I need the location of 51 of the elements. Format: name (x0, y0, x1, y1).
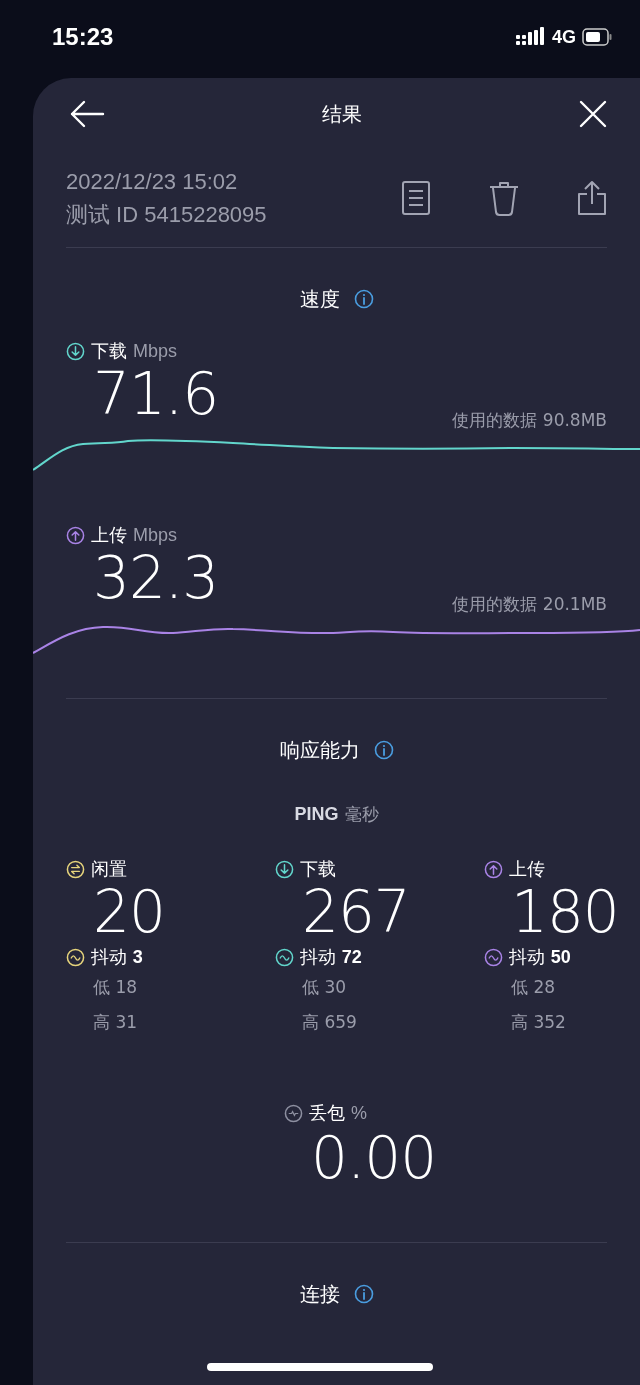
wave-icon (66, 947, 85, 967)
speed-value: 71.6 (93, 360, 219, 428)
packet-loss-label: 丢包 (309, 1101, 345, 1125)
info-icon[interactable] (373, 740, 394, 760)
section-title: 响应能力 (279, 736, 360, 764)
section-title: 速度 (299, 285, 340, 313)
page-title: 结果 (322, 100, 362, 128)
unit-label: % (351, 1102, 367, 1124)
network-label: 4G (552, 26, 576, 48)
section-title: 连接 (299, 1280, 340, 1308)
unit-label: Mbps (133, 340, 177, 362)
jitter-label: 抖动 3 (91, 945, 143, 969)
ping-label: PING (294, 804, 339, 825)
share-icon[interactable] (577, 180, 607, 216)
wave-icon (484, 947, 503, 967)
back-arrow-icon[interactable] (69, 99, 105, 129)
high-value: 高 352 (510, 1011, 567, 1034)
ping-type-label: 闲置 (91, 857, 127, 881)
pulse-icon (284, 1103, 303, 1123)
document-icon[interactable] (401, 180, 431, 216)
info-icon[interactable] (353, 289, 374, 309)
jitter-label: 抖动 50 (509, 945, 571, 969)
metric-label: 下载 (91, 339, 127, 363)
metric-label: 上传 (91, 523, 127, 547)
speed-value: 32.3 (93, 544, 219, 612)
wave-icon (275, 947, 294, 967)
unit-label: 毫秒 (344, 803, 379, 826)
test-date: 2022/12/23 15:02 (66, 168, 239, 196)
battery-icon (582, 28, 612, 46)
info-icon[interactable] (353, 1284, 374, 1304)
low-value: 低 18 (92, 976, 139, 999)
high-value: 高 659 (301, 1011, 358, 1034)
low-value: 低 30 (301, 976, 348, 999)
ping-type-label: 上传 (509, 857, 545, 881)
low-value: 低 28 (510, 976, 557, 999)
trash-icon[interactable] (488, 180, 520, 216)
unit-label: Mbps (133, 524, 177, 546)
data-used-label: 使用的数据 20.1MB (452, 593, 607, 616)
ping-value: 180 (510, 878, 619, 946)
signal-icon (516, 27, 546, 47)
ping-value: 267 (301, 878, 411, 946)
jitter-label: 抖动 72 (300, 945, 362, 969)
high-value: 高 31 (92, 1011, 139, 1034)
test-id: 测试 ID 5415228095 (66, 201, 267, 229)
packet-loss-value: 0.00 (310, 1124, 437, 1192)
close-icon[interactable] (579, 100, 607, 128)
ping-type-label: 下载 (300, 857, 336, 881)
data-used-label: 使用的数据 90.8MB (452, 409, 607, 432)
status-time: 15:23 (52, 23, 114, 51)
swap-arrows-icon (66, 859, 85, 879)
ping-value: 20 (92, 878, 166, 946)
